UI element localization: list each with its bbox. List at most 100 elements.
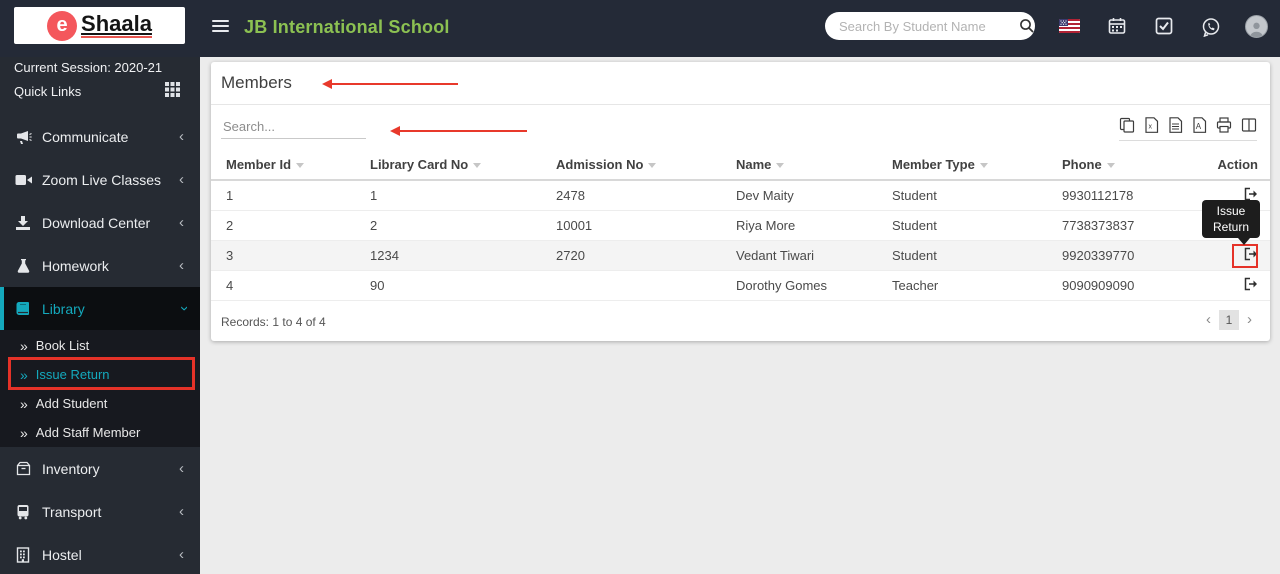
chevron-left-icon: ‹ (179, 214, 184, 231)
student-search-input[interactable] (825, 18, 1019, 34)
search-icon[interactable] (1019, 18, 1035, 34)
logo-e-icon: e (47, 10, 78, 41)
next-page-button[interactable]: › (1247, 311, 1252, 328)
cell-member-type: Teacher (877, 270, 1047, 301)
cell-name: Dorothy Gomes (721, 270, 877, 301)
flask-icon (14, 258, 32, 274)
submenu-item-label: Book List (35, 338, 90, 353)
book-icon (14, 301, 32, 317)
pdf-icon[interactable]: A (1192, 117, 1207, 133)
cell-member-type: Student (877, 240, 1047, 271)
cell-phone: 9090909090 (1047, 270, 1175, 301)
pagination: ‹ 1 › (1206, 309, 1252, 330)
sidebar-item-inventory[interactable]: Inventory ‹ (0, 447, 200, 490)
svg-text:x: x (1149, 124, 1153, 131)
submenu-item-book-list[interactable]: » Book List (0, 331, 200, 360)
menu-toggle-icon[interactable] (212, 20, 229, 35)
issue-return-icon[interactable] (1243, 247, 1258, 261)
sidebar-item-zoom-live-classes[interactable]: Zoom Live Classes ‹ (0, 158, 200, 201)
col-header-library-card-no[interactable]: Library Card No (355, 150, 541, 181)
chevron-left-icon: ‹ (179, 171, 184, 188)
chevron-left-icon: ‹ (179, 460, 184, 477)
us-flag-icon[interactable] (1059, 19, 1080, 33)
sidebar-item-communicate[interactable]: Communicate ‹ (0, 115, 200, 158)
chevron-down-icon: ‹ (175, 306, 192, 311)
building-icon (14, 546, 32, 563)
library-submenu: » Book List » Issue Return » Add Student… (0, 330, 200, 447)
submenu-item-add-student[interactable]: » Add Student (0, 389, 200, 418)
issue-return-icon[interactable] (1243, 217, 1258, 231)
cell-library-card-no: 1234 (355, 240, 541, 271)
bus-icon (14, 504, 32, 520)
col-header-phone[interactable]: Phone (1047, 150, 1175, 181)
cell-admission-no (541, 270, 721, 301)
tasks-icon[interactable] (1155, 17, 1173, 35)
col-header-admission-no[interactable]: Admission No (541, 150, 721, 181)
issue-return-icon[interactable] (1243, 277, 1258, 291)
sidebar-item-label: Transport (42, 503, 102, 520)
logo-name: Shaala (81, 11, 152, 38)
print-icon[interactable] (1216, 117, 1232, 133)
double-chevron-icon: » (20, 366, 28, 383)
col-header-member-id[interactable]: Member Id (211, 150, 355, 181)
cell-phone: 9930112178 (1047, 180, 1175, 211)
members-table: Member Id Library Card No Admission No N… (211, 150, 1270, 301)
copy-icon[interactable] (1119, 117, 1135, 133)
sidebar-item-transport[interactable]: Transport ‹ (0, 490, 200, 533)
members-card: Members x A Member Id Library Card No Ad… (211, 62, 1270, 341)
file-text-icon[interactable] (1168, 117, 1183, 133)
table-filter-input[interactable] (221, 115, 366, 139)
table-row: 1 1 2478 Dev Maity Student 9930112178 (211, 180, 1270, 211)
cell-member-id: 2 (211, 210, 355, 241)
table-row: 4 90 Dorothy Gomes Teacher 9090909090 (211, 270, 1270, 301)
page-title: Members (221, 73, 292, 92)
sidebar-item-homework[interactable]: Homework ‹ (0, 244, 200, 287)
student-search (825, 12, 1035, 40)
submenu-item-issue-return[interactable]: » Issue Return (0, 360, 200, 389)
excel-icon[interactable]: x (1144, 117, 1159, 133)
records-summary: Records: 1 to 4 of 4 (221, 314, 326, 329)
sidebar-item-library[interactable]: Library ‹ (0, 287, 200, 330)
download-icon (14, 215, 32, 231)
chevron-left-icon: ‹ (179, 128, 184, 145)
whatsapp-icon[interactable] (1201, 17, 1221, 37)
col-header-name[interactable]: Name (721, 150, 877, 181)
double-chevron-icon: » (20, 395, 28, 412)
cell-name: Vedant Tiwari (721, 240, 877, 271)
cell-admission-no: 10001 (541, 210, 721, 241)
quick-links-grid-icon[interactable] (165, 82, 180, 102)
sidebar-item-label: Inventory (42, 460, 100, 477)
sort-caret-icon (776, 163, 785, 169)
top-header: e Shaala JB International School (0, 0, 1280, 57)
sidebar-nav: Current Session: 2020-21 Quick Links Com… (0, 57, 200, 574)
chevron-left-icon: ‹ (179, 546, 184, 563)
sidebar-item-label: Zoom Live Classes (42, 171, 162, 188)
cell-phone: 7738373837 (1047, 210, 1175, 241)
prev-page-button[interactable]: ‹ (1206, 311, 1211, 328)
chevron-left-icon: ‹ (179, 503, 184, 520)
submenu-item-label: Issue Return (35, 367, 110, 382)
sidebar-item-download-center[interactable]: Download Center ‹ (0, 201, 200, 244)
sidebar-item-hostel[interactable]: Hostel ‹ (0, 533, 200, 574)
columns-icon[interactable] (1241, 117, 1257, 133)
inventory-icon (14, 461, 32, 476)
double-chevron-icon: » (20, 337, 28, 354)
cell-member-id: 3 (211, 240, 355, 271)
calendar-icon[interactable] (1108, 17, 1126, 35)
issue-return-icon[interactable] (1243, 187, 1258, 201)
brand-logo[interactable]: e Shaala (14, 7, 185, 44)
col-header-member-type[interactable]: Member Type (877, 150, 1047, 181)
table-row-highlighted: 3 1234 2720 Vedant Tiwari Student 992033… (211, 240, 1270, 271)
submenu-item-add-staff-member[interactable]: » Add Staff Member (0, 418, 200, 447)
page-number-button[interactable]: 1 (1219, 309, 1239, 330)
double-chevron-icon: » (20, 424, 28, 441)
cell-member-type: Student (877, 180, 1047, 211)
sort-caret-icon (1106, 163, 1115, 169)
cell-name: Riya More (721, 210, 877, 241)
table-filter (221, 115, 366, 139)
sort-caret-icon (648, 163, 657, 169)
submenu-item-label: Add Student (35, 396, 108, 411)
cell-name: Dev Maity (721, 180, 877, 211)
submenu-item-label: Add Staff Member (35, 425, 141, 440)
profile-avatar[interactable] (1245, 15, 1268, 38)
